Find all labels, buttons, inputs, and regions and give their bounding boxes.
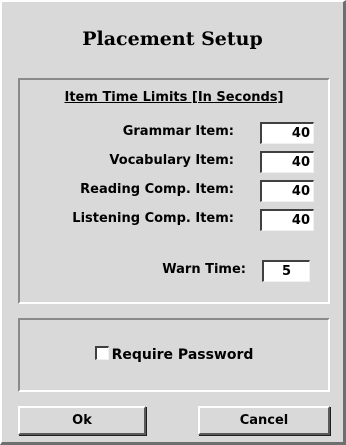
warn-time-label: Warn Time:: [162, 262, 246, 277]
require-password-label[interactable]: Require Password: [112, 347, 254, 363]
ok-button[interactable]: Ok: [18, 406, 146, 435]
item-time-limits-group: Item Time Limits [In Seconds] Grammar It…: [18, 78, 330, 304]
listening-comp-item-label: Listening Comp. Item:: [72, 211, 234, 226]
require-password-row[interactable]: Require Password: [20, 346, 328, 363]
dialog-title: Placement Setup: [82, 28, 263, 50]
item-time-limits-heading: Item Time Limits [In Seconds]: [64, 90, 284, 105]
warn-time-field[interactable]: [262, 260, 310, 282]
placement-setup-dialog: Placement Setup Item Time Limits [In Sec…: [0, 0, 346, 445]
listening-comp-item-field[interactable]: [260, 209, 314, 231]
reading-comp-item-field[interactable]: [260, 180, 314, 202]
vocabulary-item-label: Vocabulary Item:: [109, 153, 234, 168]
password-group: Require Password: [18, 318, 330, 392]
grammar-item-label: Grammar Item:: [122, 124, 234, 139]
require-password-checkbox[interactable]: [94, 346, 109, 360]
vocabulary-item-field[interactable]: [260, 151, 314, 173]
reading-comp-item-label: Reading Comp. Item:: [80, 182, 234, 197]
cancel-button[interactable]: Cancel: [198, 406, 330, 435]
grammar-item-field[interactable]: [260, 122, 314, 144]
